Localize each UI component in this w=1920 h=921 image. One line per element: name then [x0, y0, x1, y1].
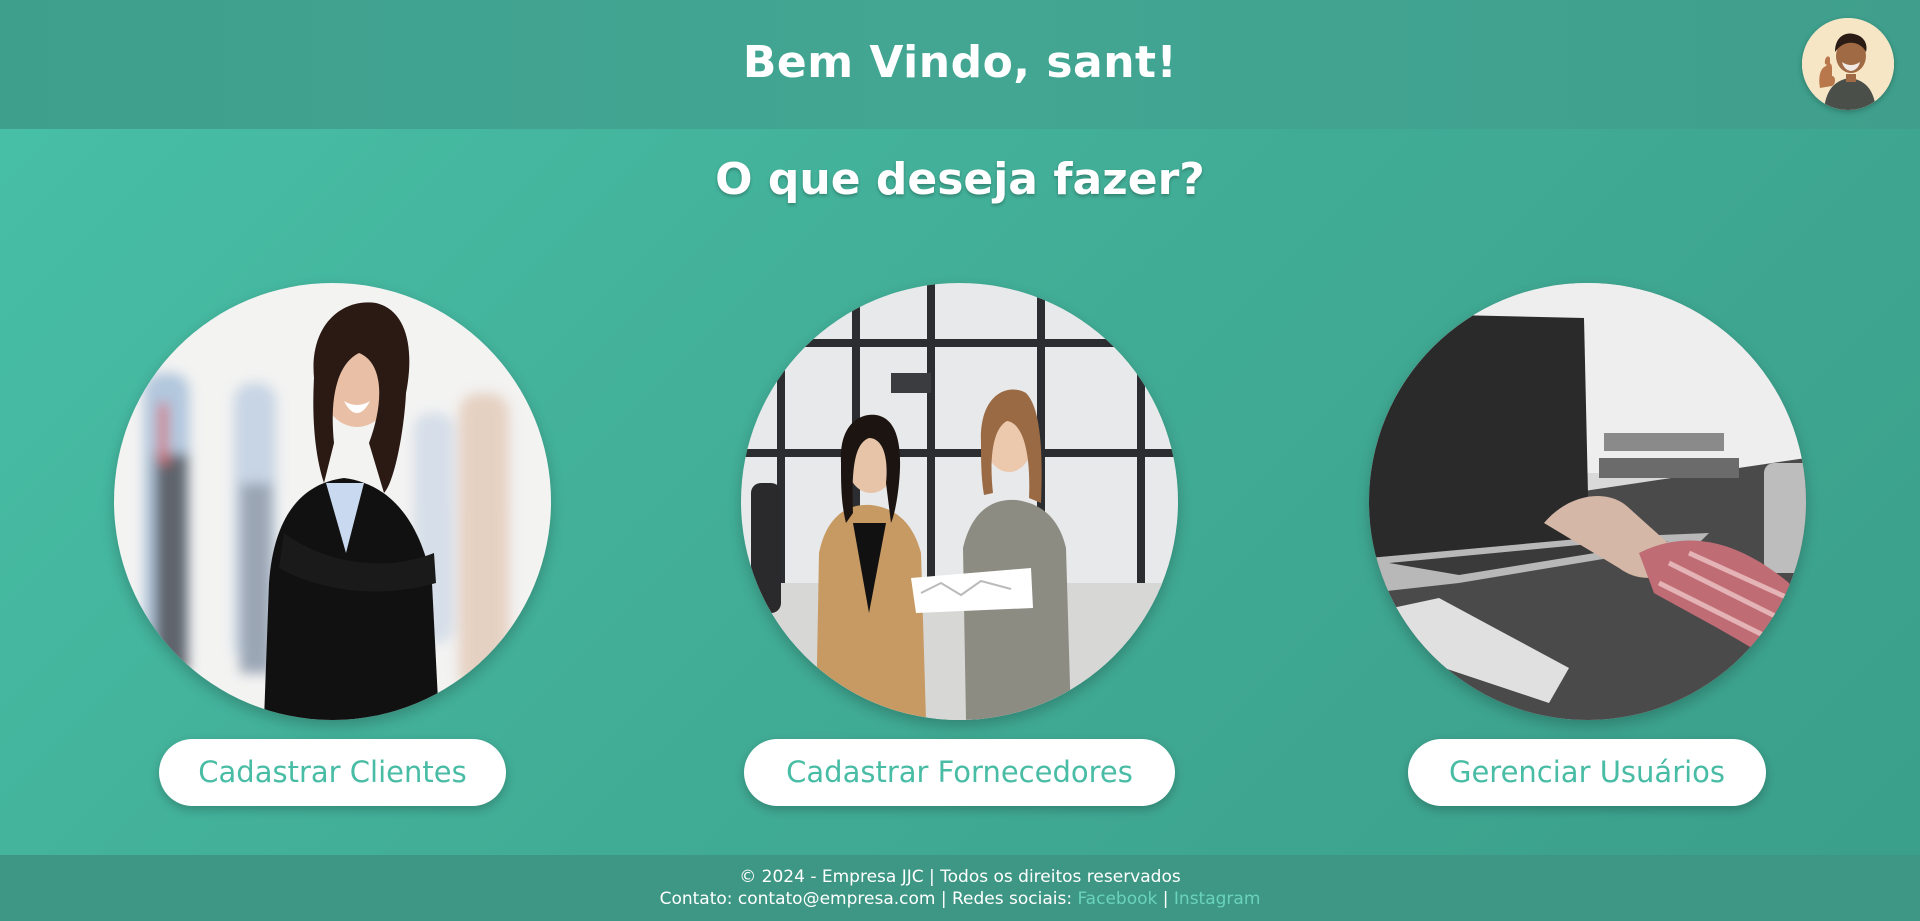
- page-question: O que deseja fazer?: [715, 154, 1205, 205]
- footer-copyright: © 2024 - Empresa JJC | Todos os direitos…: [739, 867, 1181, 887]
- footer: © 2024 - Empresa JJC | Todos os direitos…: [0, 855, 1920, 921]
- cadastrar-fornecedores-button[interactable]: Cadastrar Fornecedores: [744, 739, 1175, 806]
- instagram-link[interactable]: Instagram: [1174, 889, 1261, 909]
- welcome-title: Bem Vindo, sant!: [742, 37, 1178, 88]
- usuarios-image[interactable]: [1369, 283, 1806, 720]
- laptop-photo-icon: [1369, 283, 1806, 720]
- footer-contact: Contato: contato@empresa.com | Redes soc…: [0, 888, 1920, 910]
- footer-separator: |: [1162, 889, 1169, 909]
- team-meeting-photo-icon: [741, 283, 1178, 720]
- user-avatar-icon: [1802, 18, 1894, 110]
- clientes-image[interactable]: [114, 283, 551, 720]
- fornecedores-image[interactable]: [741, 283, 1178, 720]
- businesswoman-photo-icon: [114, 283, 551, 720]
- facebook-link[interactable]: Facebook: [1077, 889, 1157, 909]
- footer-contact-text: Contato: contato@empresa.com | Redes soc…: [659, 889, 1073, 909]
- cadastrar-clientes-button[interactable]: Cadastrar Clientes: [159, 739, 506, 806]
- user-avatar[interactable]: [1802, 18, 1894, 110]
- gerenciar-usuarios-button[interactable]: Gerenciar Usuários: [1408, 739, 1766, 806]
